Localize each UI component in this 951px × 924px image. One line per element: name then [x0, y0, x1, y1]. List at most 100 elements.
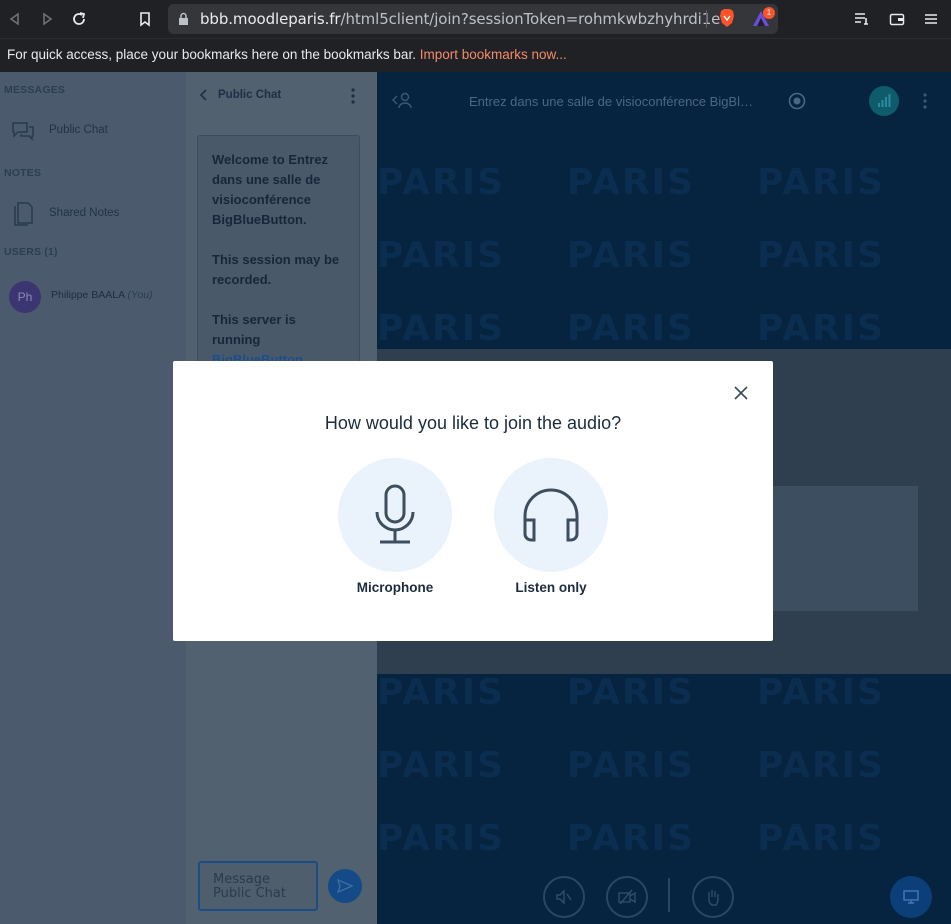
restore-presentation-button[interactable] [890, 876, 932, 918]
users-heading: USERS (1) [4, 246, 58, 258]
brave-rewards-button[interactable]: 1 [751, 7, 775, 33]
presentation-icon [903, 890, 919, 904]
watermark: PARIS [377, 235, 505, 276]
more-options-icon[interactable] [351, 88, 355, 104]
url-host: bbb.moodleparis.fr [200, 10, 341, 28]
close-button[interactable] [729, 381, 753, 405]
slide-card [773, 486, 918, 611]
watermark-row-6: PARIS PARIS PARIS [377, 818, 951, 868]
url-path: /html5client/join?sessionToken=rohmkwbzh… [340, 10, 721, 28]
hide-panel-icon[interactable] [391, 91, 413, 109]
watermark: PARIS [567, 672, 695, 713]
wallet-button[interactable] [886, 8, 908, 30]
watermark: PARIS [377, 818, 505, 859]
bookmarks-bar: For quick access, place your bookmarks h… [0, 38, 951, 72]
signal-bars-icon [878, 94, 891, 107]
back-button[interactable] [4, 8, 26, 30]
user-list-item[interactable]: Philippe BAALA (You) [51, 289, 153, 301]
bookmark-icon [140, 12, 150, 27]
notes-heading: NOTES [4, 167, 42, 179]
chevron-left-icon[interactable] [198, 88, 210, 102]
bookmark-button[interactable] [134, 8, 156, 30]
raise-hand-button[interactable] [692, 876, 734, 918]
message-input[interactable]: Message Public Chat [198, 861, 318, 911]
headphones-icon [523, 488, 579, 542]
lock-icon [179, 12, 188, 25]
user-name: Philippe BAALA [51, 289, 125, 301]
camera-off-icon [618, 889, 636, 905]
welcome-message: Welcome to Entrez dans une salle de visi… [197, 135, 360, 370]
watermark: PARIS [757, 818, 885, 859]
share-webcam-button[interactable] [606, 876, 648, 918]
speaker-muted-icon [556, 889, 572, 905]
reload-icon [73, 12, 86, 25]
brave-lion-icon [720, 9, 734, 27]
brave-shields-button[interactable] [718, 8, 736, 33]
address-bar[interactable]: bbb.moodleparis.fr/html5client/join?sess… [168, 4, 778, 34]
watermark: PARIS [377, 672, 505, 713]
microphone-option[interactable]: Microphone [337, 458, 453, 598]
listen-only-label: Listen only [515, 580, 587, 595]
watermark: PARIS [567, 162, 695, 203]
watermark: PARIS [757, 672, 885, 713]
messages-heading: MESSAGES [4, 84, 66, 96]
control-divider [668, 878, 670, 912]
watermark-row-5: PARIS PARIS PARIS [377, 745, 951, 795]
playlist-icon [855, 13, 868, 25]
watermark: PARIS [377, 162, 505, 203]
user-you-tag: (You) [127, 289, 153, 301]
public-chat-label: Public Chat [49, 124, 108, 136]
record-icon[interactable] [788, 92, 806, 110]
chat-bubbles-icon [12, 122, 34, 141]
bookmarks-message: For quick access, place your bookmarks h… [7, 47, 416, 62]
avatar[interactable]: Ph [9, 281, 41, 313]
listen-only-button[interactable] [494, 458, 608, 572]
microphone-button[interactable] [338, 458, 452, 572]
shared-notes-label: Shared Notes [49, 207, 120, 219]
watermark-row-1: PARIS PARIS PARIS [377, 162, 951, 212]
chat-title[interactable]: Public Chat [218, 89, 281, 101]
connection-status-button[interactable] [869, 86, 899, 116]
watermark: PARIS [567, 818, 695, 859]
watermark: PARIS [757, 745, 885, 786]
microphone-label: Microphone [356, 580, 434, 595]
hamburger-icon [925, 14, 937, 24]
sidebar-item-shared-notes[interactable]: Shared Notes [0, 194, 186, 230]
playlist-button[interactable] [851, 8, 873, 30]
listen-only-option[interactable]: Listen only [493, 458, 609, 598]
browser-toolbar: bbb.moodleparis.fr/html5client/join?sess… [0, 0, 951, 38]
send-message-button[interactable] [328, 869, 362, 903]
close-icon [734, 386, 748, 400]
join-audio-button[interactable] [543, 876, 585, 918]
watermark: PARIS [757, 235, 885, 276]
hand-icon [708, 890, 719, 906]
meeting-title: Entrez dans une salle de visioconférence… [469, 94, 753, 109]
rewards-badge: 1 [763, 7, 775, 19]
import-bookmarks-link[interactable]: Import bookmarks now... [420, 47, 567, 62]
send-icon [337, 879, 353, 893]
watermark-row-4: PARIS PARIS PARIS [377, 672, 951, 722]
reload-button[interactable] [68, 8, 90, 30]
watermark: PARIS [757, 162, 885, 203]
options-icon[interactable] [923, 93, 927, 109]
watermark: PARIS [757, 308, 885, 349]
watermark-row-2: PARIS PARIS PARIS [377, 235, 951, 285]
watermark: PARIS [567, 308, 695, 349]
welcome-line-1: Welcome to Entrez dans une salle de visi… [212, 152, 329, 227]
url-text: bbb.moodleparis.fr/html5client/join?sess… [200, 10, 720, 28]
sidebar-item-public-chat[interactable]: Public Chat [0, 113, 186, 149]
watermark: PARIS [377, 308, 505, 349]
back-arrow-icon [9, 12, 19, 26]
forward-arrow-icon [43, 12, 53, 26]
watermark: PARIS [567, 235, 695, 276]
audio-modal: How would you like to join the audio? Mi… [173, 361, 773, 641]
wallet-icon [889, 13, 905, 26]
notes-icon [14, 202, 33, 226]
forward-button[interactable] [36, 8, 58, 30]
watermark: PARIS [567, 745, 695, 786]
browser-menu-button[interactable] [920, 8, 942, 30]
welcome-line-3-prefix: This server is running [212, 312, 296, 347]
user-list-sidebar: MESSAGES Public Chat NOTES Shared Notes … [0, 72, 186, 924]
bookmarks-message-container: For quick access, place your bookmarks h… [7, 47, 567, 62]
welcome-line-2: This session may be recorded. [212, 252, 340, 287]
